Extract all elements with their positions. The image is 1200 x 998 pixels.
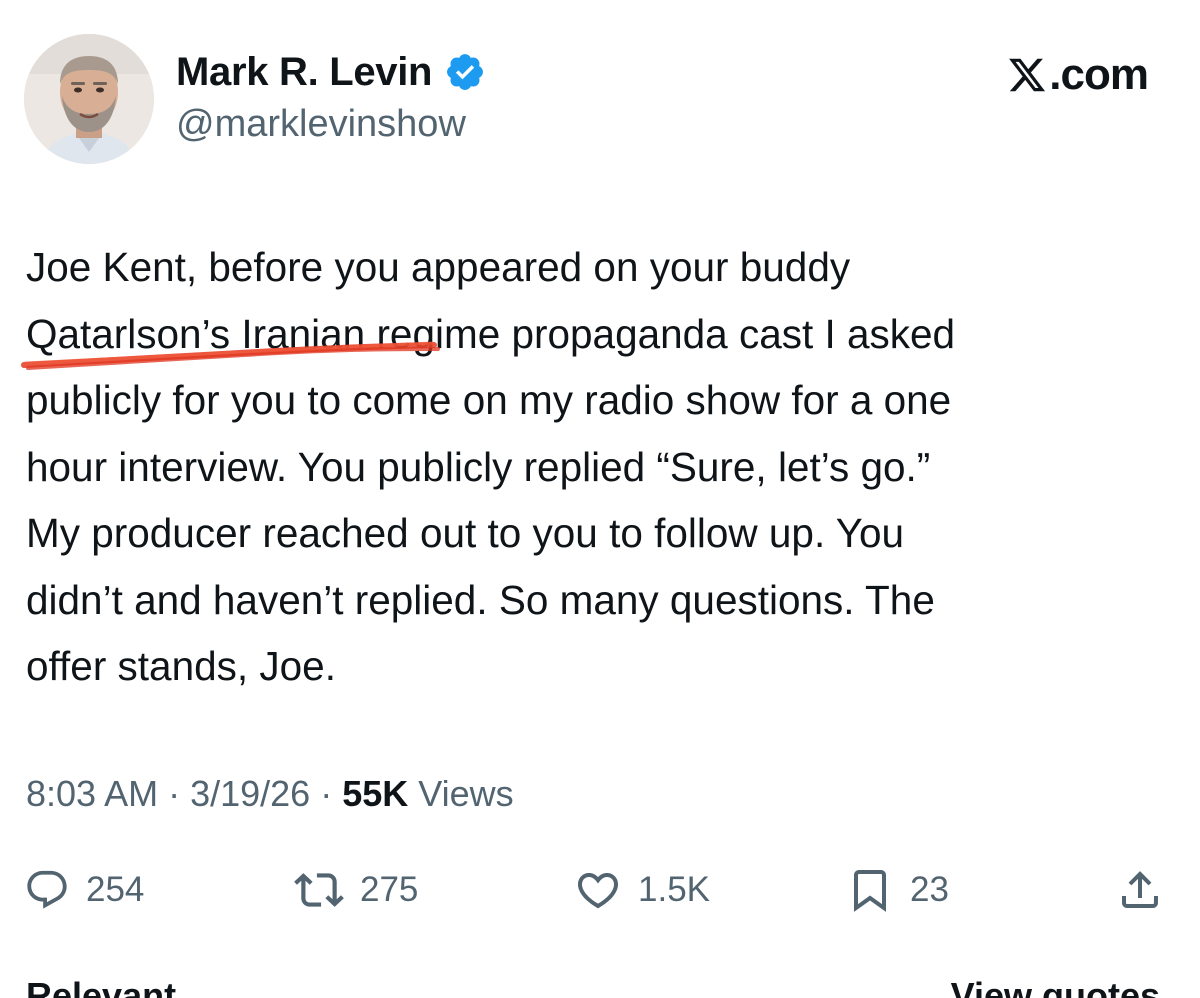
share-icon xyxy=(1122,871,1158,908)
tweet-meta: 8:03 AM · 3/19/26 · 55K Views xyxy=(26,772,514,815)
avatar[interactable] xyxy=(24,34,154,164)
bookmark-button[interactable]: 23 xyxy=(846,858,949,922)
profile-photo-avatar xyxy=(24,34,154,164)
repost-count: 275 xyxy=(360,870,419,909)
views-label: Views xyxy=(408,773,514,814)
share-button[interactable] xyxy=(1116,858,1164,922)
like-count: 1.5K xyxy=(638,870,710,909)
repost-button[interactable]: 275 xyxy=(294,858,418,922)
meta-separator: · xyxy=(158,773,191,814)
meta-separator: · xyxy=(310,773,343,814)
tweet-line: hour interview. You publicly replied “Su… xyxy=(26,443,931,490)
views-count: 55K xyxy=(342,773,409,814)
x-watermark-text: .com xyxy=(1049,50,1149,99)
tweet-line: Qatarlson’s Iranian regime propaganda ca… xyxy=(26,310,956,357)
tweet-time[interactable]: 8:03 AM xyxy=(26,773,158,814)
tweet-line: My producer reached out to you to follow… xyxy=(26,510,905,556)
tweet-date[interactable]: 3/19/26 xyxy=(190,773,310,814)
author-name-row[interactable]: Mark R. Levin xyxy=(176,46,486,98)
bookmark-count: 23 xyxy=(910,870,949,909)
reply-icon xyxy=(27,870,67,909)
tweet-line: Joe Kent, before you appeared on your bu… xyxy=(26,244,851,290)
verified-badge-icon xyxy=(444,51,486,93)
tweet-line: didn’t and haven’t replied. So many ques… xyxy=(26,576,935,623)
tweet-text: Joe Kent, before you appeared on your bu… xyxy=(26,234,1166,700)
author-handle[interactable]: @marklevinshow xyxy=(176,103,466,146)
tweet-actions: 254 275 1.5K 23 xyxy=(24,858,1174,922)
like-button[interactable]: 1.5K xyxy=(574,858,710,922)
x-watermark: .com xyxy=(1007,50,1149,100)
tweet-line: offer stands, Joe. xyxy=(26,643,336,689)
x-logo-icon xyxy=(1009,58,1046,92)
tweet-line: publicly for you to come on my radio sho… xyxy=(26,377,952,423)
view-quotes-link[interactable]: View quotes xyxy=(951,978,1160,998)
replies-header: Relevant View quotes xyxy=(0,978,1200,998)
heart-icon xyxy=(577,873,619,909)
reply-count: 254 xyxy=(86,870,145,909)
sort-tab-relevant[interactable]: Relevant xyxy=(26,978,176,998)
bookmark-icon xyxy=(854,870,886,912)
repost-icon xyxy=(294,873,344,907)
reply-button[interactable]: 254 xyxy=(24,858,144,922)
display-name[interactable]: Mark R. Levin xyxy=(176,52,432,92)
